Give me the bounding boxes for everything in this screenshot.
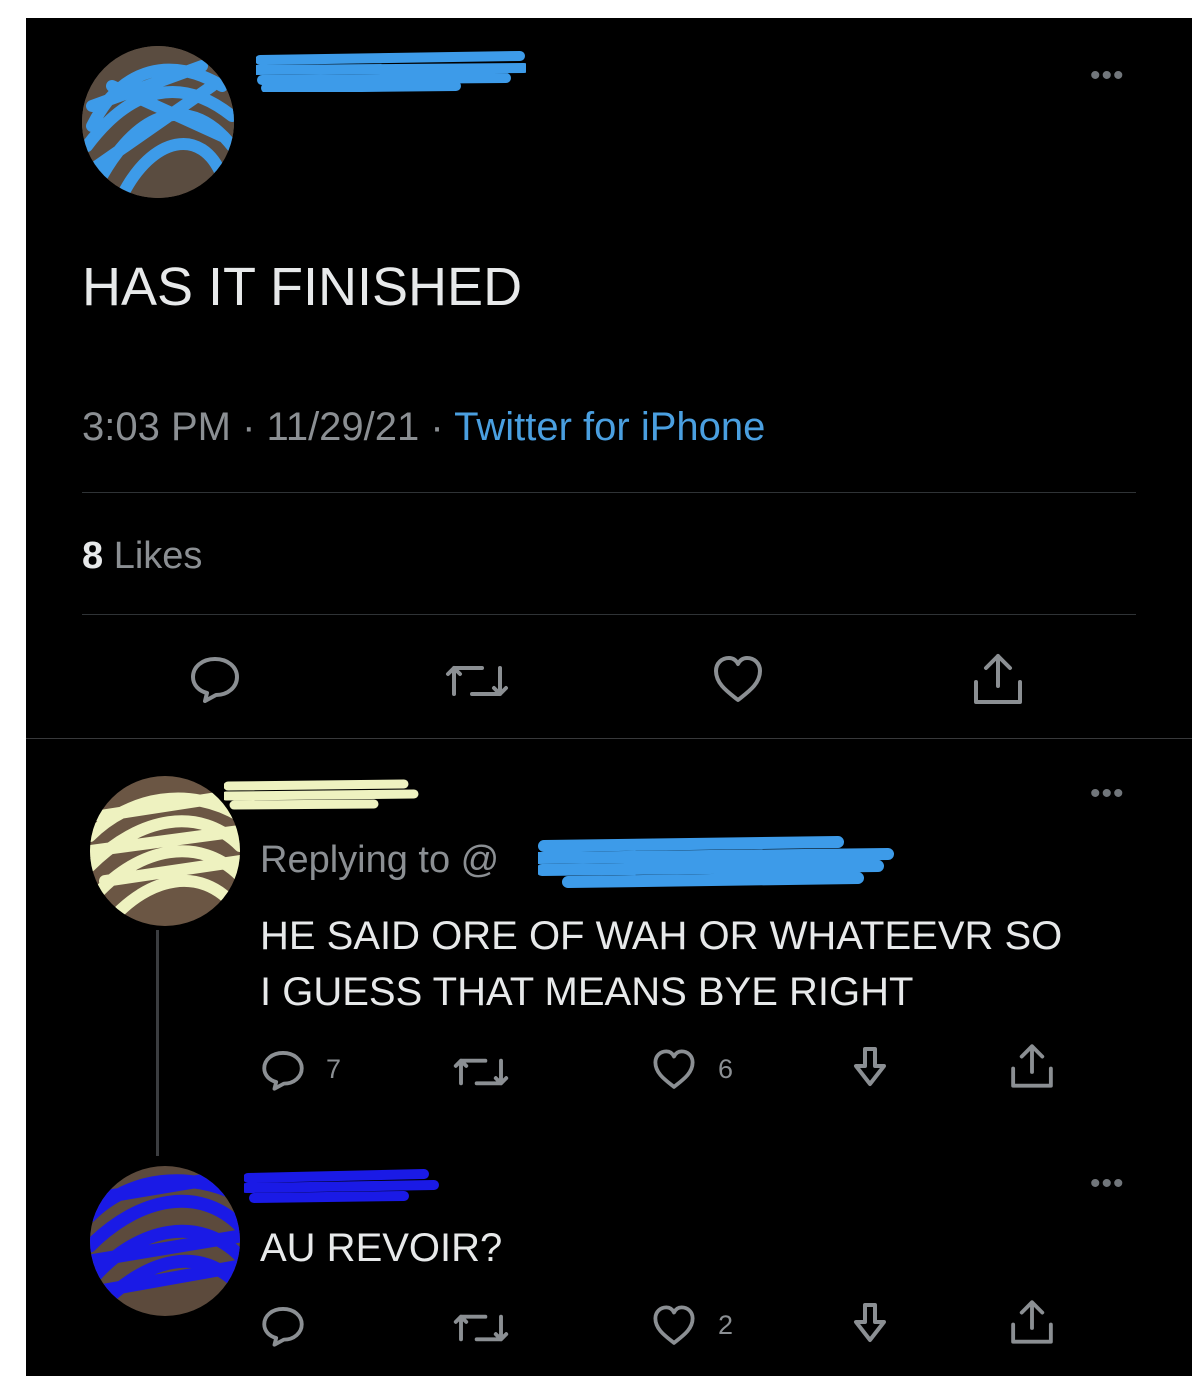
reply1-like-count: 6 <box>718 1054 734 1084</box>
reply2-share-icon[interactable] <box>1008 1296 1056 1348</box>
likes-summary[interactable]: 8 Likes <box>82 534 202 578</box>
stats-divider <box>82 614 1136 615</box>
name-redaction-scribble <box>251 51 529 93</box>
reply1-download-icon[interactable] <box>848 1044 892 1092</box>
reply1-comment-count: 7 <box>326 1054 342 1084</box>
reply2-avatar[interactable] <box>90 1166 240 1316</box>
reply1-more-icon[interactable]: ••• <box>1090 779 1125 809</box>
reply1-name-redaction <box>221 778 424 812</box>
likes-label: Likes <box>113 535 203 577</box>
reply2-text: AU REVOIR? <box>260 1226 503 1270</box>
author-avatar[interactable] <box>82 46 234 198</box>
tweet-text: HAS IT FINISHED <box>82 257 523 317</box>
reply1-comment-icon[interactable] <box>260 1048 306 1092</box>
reply1-text: HE SAID ORE OF WAH OR WHATEEVR SO I GUES… <box>260 908 1062 1020</box>
thread-connector-line <box>156 930 159 1156</box>
reply1-retweet-icon[interactable] <box>452 1052 510 1092</box>
tweet-date: 11/29/21 <box>266 405 420 449</box>
reply1-replying-to: Replying to @ <box>260 838 499 882</box>
reply1-heart-icon[interactable] <box>650 1048 698 1092</box>
reply2-more-icon[interactable]: ••• <box>1090 1169 1125 1199</box>
tweet-time: 3:03 PM <box>82 405 231 449</box>
avatar-redaction-scribble <box>90 1166 240 1316</box>
reply1-text-line2: I GUESS THAT MEANS BYE RIGHT <box>260 970 914 1014</box>
meta-divider <box>82 492 1136 493</box>
share-icon[interactable] <box>970 650 1026 708</box>
reply2-like-count: 2 <box>718 1310 734 1340</box>
retweet-icon[interactable] <box>444 658 510 704</box>
meta-separator: · <box>242 405 256 449</box>
avatar-redaction-scribble <box>82 46 234 198</box>
tweet-thread-screen: ••• HAS IT FINISHED 3:03 PM · 11/29/21 ·… <box>26 18 1192 1376</box>
reply2-heart-icon[interactable] <box>650 1304 698 1348</box>
replying-to-handle-redaction <box>532 832 898 890</box>
thread-divider <box>26 738 1192 739</box>
avatar-redaction-scribble <box>90 776 240 926</box>
reply1-share-icon[interactable] <box>1008 1040 1056 1092</box>
heart-icon[interactable] <box>710 654 766 706</box>
name-redaction-scribble <box>241 1169 439 1203</box>
reply2-download-icon[interactable] <box>848 1300 892 1348</box>
meta-separator: · <box>430 405 444 449</box>
replying-to-label: Replying to @ <box>260 839 500 881</box>
likes-count: 8 <box>82 535 104 577</box>
author-name-redaction <box>251 48 529 93</box>
reply2-comment-icon[interactable] <box>260 1304 306 1348</box>
reply1-text-line1: HE SAID ORE OF WAH OR WHATEEVR SO <box>260 914 1063 958</box>
handle-redaction-scribble <box>532 836 894 888</box>
reply2-name-redaction <box>241 1168 444 1206</box>
reply1-avatar[interactable] <box>90 776 240 926</box>
tweet-source-link[interactable]: Twitter for iPhone <box>454 405 765 449</box>
comment-icon[interactable] <box>188 654 242 704</box>
tweet-more-icon[interactable]: ••• <box>1090 61 1125 91</box>
name-redaction-scribble <box>221 779 419 810</box>
reply2-retweet-icon[interactable] <box>452 1308 510 1348</box>
tweet-meta: 3:03 PM · 11/29/21 · Twitter for iPhone <box>82 404 765 450</box>
